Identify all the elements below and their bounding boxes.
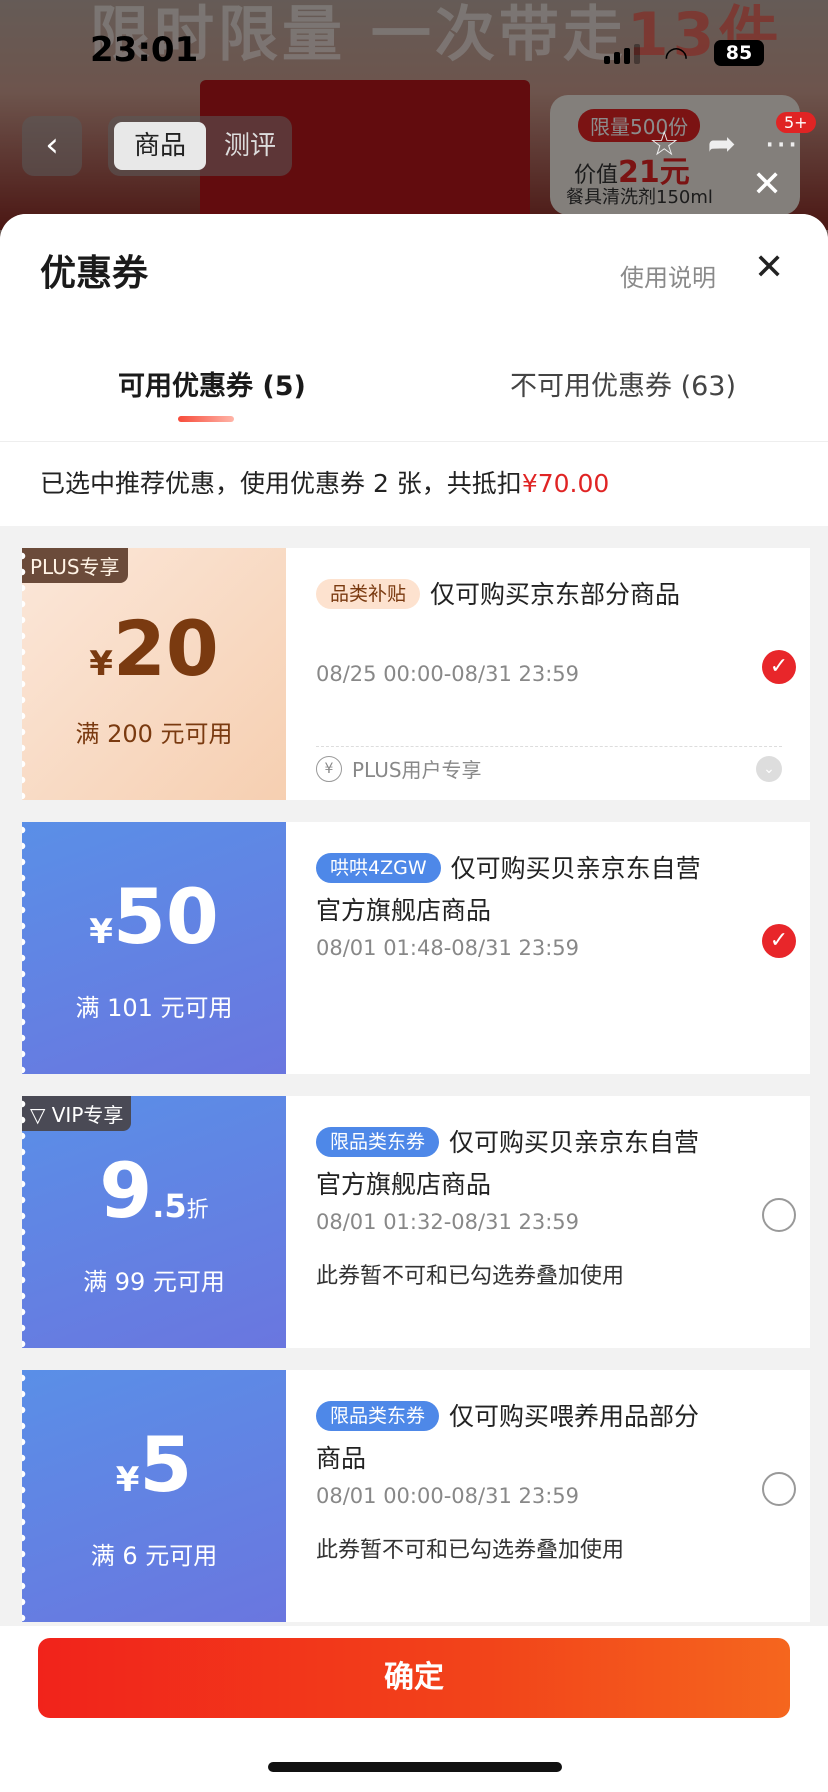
favorite-star-icon[interactable]: ☆ xyxy=(649,124,679,164)
coupon-card[interactable]: ¥5 满 6 元可用 限品类东券 仅可购买喂养用品部分商品 08/01 00:00… xyxy=(22,1370,810,1622)
coupon-validity: 08/25 00:00-08/31 23:59 xyxy=(316,662,580,686)
coupon-amount: ¥20 xyxy=(89,604,219,693)
plus-exclusive-tag: PLUS专享 xyxy=(22,548,128,583)
coupon-value-panel: ¥50 满 101 元可用 xyxy=(22,822,286,1074)
coupon-card[interactable]: PLUS专享 ¥20 满 200 元可用 品类补贴 仅可购买京东部分商品 08/2… xyxy=(22,548,810,800)
coupon-validity: 08/01 01:48-08/31 23:59 xyxy=(316,936,580,960)
coupon-stacking-note: 此券暂不可和已勾选券叠加使用 xyxy=(316,1538,625,1563)
product-nav-bar: ‹ 商品 测评 ☆ ➦ ⋯ 5+ xyxy=(0,112,828,178)
coupon-card[interactable]: ▽ VIP专享 9.5折 满 99 元可用 限品类东券 仅可购买贝亲京东自营官方旗… xyxy=(22,1096,810,1348)
discount-amount: ¥70.00 xyxy=(521,469,610,498)
close-icon[interactable]: ✕ xyxy=(752,164,782,205)
share-icon[interactable]: ➦ xyxy=(708,124,737,164)
coupon-amount: ¥50 xyxy=(89,872,219,961)
coupon-checkbox-checked[interactable]: ✓ xyxy=(762,924,796,958)
coupon-stacking-note: 此券暂不可和已勾选券叠加使用 xyxy=(316,1264,625,1289)
coupon-condition: 满 200 元可用 xyxy=(75,720,233,748)
active-tab-indicator xyxy=(178,416,234,422)
coupon-description: 品类补贴 仅可购买京东部分商品 xyxy=(316,574,716,616)
coupon-detail: 哄哄4ZGW 仅可购买贝亲京东自营官方旗舰店商品 08/01 01:48-08/3… xyxy=(286,822,810,1074)
coupon-type-chip: 限品类东券 xyxy=(316,1401,440,1431)
back-icon[interactable]: ‹ xyxy=(22,116,82,176)
coupon-detail: 限品类东券 仅可购买贝亲京东自营官方旗舰店商品 08/01 01:32-08/31… xyxy=(286,1096,810,1348)
coupon-detail: 品类补贴 仅可购买京东部分商品 08/25 00:00-08/31 23:59 ✓… xyxy=(286,548,810,800)
bottom-bar: 确定 xyxy=(0,1626,828,1792)
coupon-list: PLUS专享 ¥20 满 200 元可用 品类补贴 仅可购买京东部分商品 08/2… xyxy=(0,526,828,1622)
product-tabs: 商品 测评 xyxy=(108,116,292,176)
coupon-type-chip: 哄哄4ZGW xyxy=(316,853,441,883)
coupon-description: 限品类东券 仅可购买喂养用品部分商品 xyxy=(316,1401,700,1473)
vip-exclusive-tag: ▽ VIP专享 xyxy=(22,1096,132,1131)
coupon-description: 限品类东券 仅可购买贝亲京东自营官方旗舰店商品 xyxy=(316,1127,700,1199)
coupon-type-chip: 品类补贴 xyxy=(316,579,421,609)
coupon-detail: 限品类东券 仅可购买喂养用品部分商品 08/01 00:00-08/31 23:5… xyxy=(286,1370,810,1622)
coupon-description: 哄哄4ZGW 仅可购买贝亲京东自营官方旗舰店商品 xyxy=(316,853,701,925)
sheet-title: 优惠券 xyxy=(40,253,149,294)
coupon-checkbox-unchecked[interactable] xyxy=(762,1198,796,1232)
coupon-checkbox-checked[interactable]: ✓ xyxy=(762,650,796,684)
coupon-amount: 9.5折 xyxy=(99,1146,209,1235)
coupon-value-panel: ▽ VIP专享 9.5折 满 99 元可用 xyxy=(22,1096,286,1348)
coupon-validity: 08/01 00:00-08/31 23:59 xyxy=(316,1484,580,1508)
coupon-value-panel: PLUS专享 ¥20 满 200 元可用 xyxy=(22,548,286,800)
coupon-value-panel: ¥5 满 6 元可用 xyxy=(22,1370,286,1622)
tab-unavailable-coupons[interactable]: 不可用优惠券 (63) xyxy=(510,364,736,403)
status-time: 23:01 xyxy=(90,30,199,70)
home-indicator xyxy=(268,1762,562,1772)
battery-icon: 85 xyxy=(714,40,764,66)
wifi-icon: ◠ xyxy=(664,40,689,73)
discount-summary: 已选中推荐优惠，使用优惠券 2 张，共抵扣¥70.00 xyxy=(0,442,828,526)
coupon-condition: 满 6 元可用 xyxy=(90,1542,218,1570)
yen-circle-icon: ¥ xyxy=(316,755,342,782)
coupon-type-chip: 限品类东券 xyxy=(316,1127,440,1157)
coupon-checkbox-unchecked[interactable] xyxy=(762,1472,796,1506)
status-bar: 23:01 ◠ 85 xyxy=(0,0,828,80)
message-count-badge: 5+ xyxy=(776,112,816,133)
sheet-header: 优惠券 使用说明 ✕ 可用优惠券 (5) 不可用优惠券 (63) xyxy=(0,214,828,442)
tab-review[interactable]: 测评 xyxy=(214,122,286,170)
close-sheet-icon[interactable]: ✕ xyxy=(754,250,784,286)
nav-actions: ☆ ➦ ⋯ xyxy=(649,124,798,164)
tab-available-coupons[interactable]: 可用优惠券 (5) xyxy=(118,364,306,403)
coupon-condition: 满 101 元可用 xyxy=(75,994,233,1022)
chevron-down-icon[interactable]: ⌄ xyxy=(756,755,782,782)
coupon-tabs: 可用优惠券 (5) 不可用优惠券 (63) xyxy=(0,364,828,434)
coupon-condition: 满 99 元可用 xyxy=(83,1268,225,1296)
tab-goods[interactable]: 商品 xyxy=(114,122,206,170)
usage-instructions-link[interactable]: 使用说明 xyxy=(620,258,716,293)
coupon-card[interactable]: ¥50 满 101 元可用 哄哄4ZGW 仅可购买贝亲京东自营官方旗舰店商品 08… xyxy=(22,822,810,1074)
plus-footer[interactable]: ¥ PLUS用户专享 ⌄ xyxy=(316,746,782,790)
coupon-amount: ¥5 xyxy=(115,1420,193,1509)
coupon-sheet: 优惠券 使用说明 ✕ 可用优惠券 (5) 不可用优惠券 (63) 已选中推荐优惠… xyxy=(0,214,828,1792)
cellular-signal-icon xyxy=(604,44,640,64)
confirm-button[interactable]: 确定 xyxy=(38,1638,790,1718)
coupon-validity: 08/01 01:32-08/31 23:59 xyxy=(316,1210,580,1234)
divider xyxy=(0,441,828,442)
